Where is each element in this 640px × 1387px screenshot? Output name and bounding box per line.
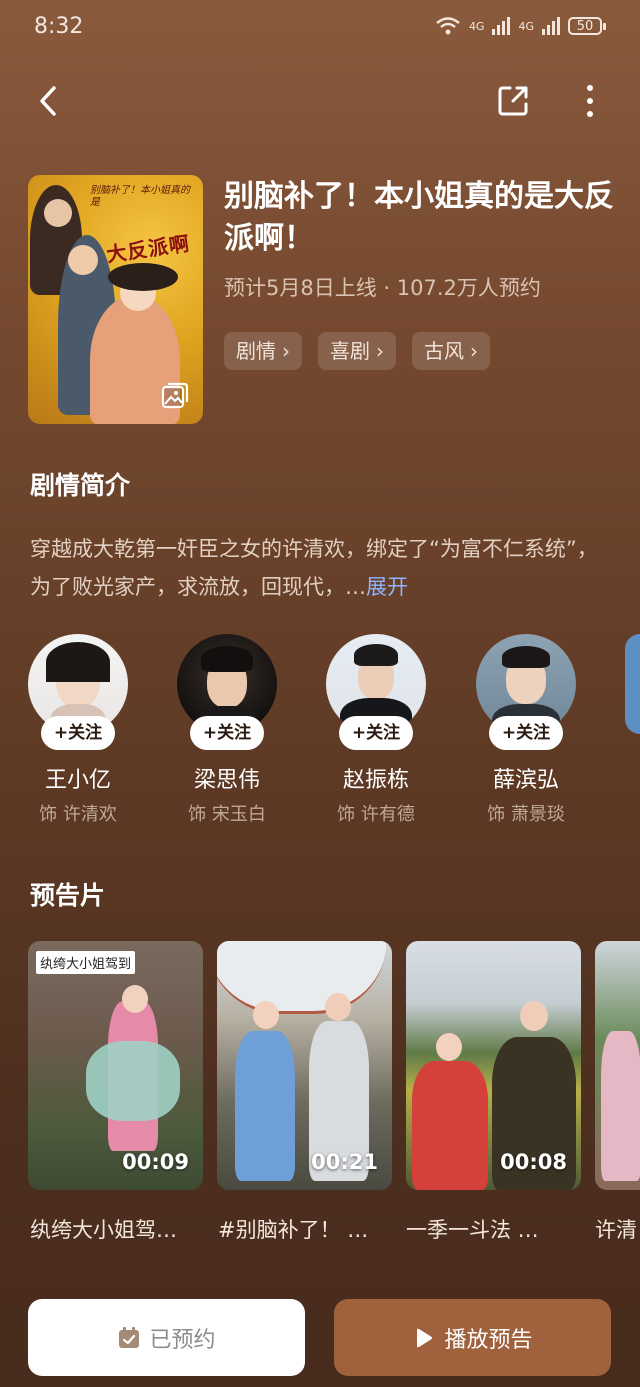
network-label-2: 4G bbox=[518, 19, 534, 33]
poster-title: 大反派啊 bbox=[104, 231, 192, 267]
play-icon bbox=[417, 1328, 433, 1347]
reserved-label: 已预约 bbox=[149, 1327, 216, 1353]
play-label: 播放预告 bbox=[444, 1327, 533, 1353]
tag-drama[interactable]: 剧情 › bbox=[224, 332, 302, 370]
reserved-button[interactable]: 已预约 bbox=[28, 1299, 305, 1376]
status-time: 8:32 bbox=[34, 14, 84, 39]
cast-name: 赵振栋 bbox=[342, 768, 409, 793]
release-meta: 预计5月8日上线 · 107.2万人预约 bbox=[224, 276, 541, 300]
poster-caption: 别脑补了！本小姐真的是 bbox=[90, 185, 190, 208]
show-title: 别脑补了！本小姐真的是大反派啊！ bbox=[224, 179, 614, 256]
share-button[interactable] bbox=[496, 84, 530, 118]
trailer-duration: 00:08 bbox=[500, 1150, 567, 1174]
network-label-1: 4G bbox=[468, 19, 485, 33]
cast-member[interactable]: +关注 赵振栋 饰 许有德 bbox=[301, 634, 451, 826]
trailer-duration: 00:09 bbox=[122, 1150, 189, 1174]
cast-member[interactable]: +关注 梁思伟 饰 宋玉白 bbox=[152, 634, 302, 826]
synopsis-body: 穿越成大乾第一奸臣之女的许清欢，绑定了“为富不仁系统”，为了败光家产，求流放，回… bbox=[30, 537, 598, 599]
trailers-heading: 预告片 bbox=[30, 881, 106, 910]
tag-label: 古风 bbox=[424, 339, 464, 363]
cast-name: 梁思伟 bbox=[193, 768, 260, 793]
trailer-badge: 纨绔大小姐驾到 bbox=[36, 951, 136, 974]
more-button[interactable] bbox=[578, 84, 602, 118]
tag-comedy[interactable]: 喜剧 › bbox=[318, 332, 396, 370]
cast-member[interactable]: +关注 王小亿 饰 许清欢 bbox=[3, 634, 153, 826]
battery-icon: 50 bbox=[568, 17, 606, 35]
follow-button[interactable]: +关注 bbox=[489, 716, 563, 750]
cast-role: 饰 萧景琰 bbox=[487, 804, 565, 825]
trailer-card[interactable]: 纨绔大小姐驾到 00:09 bbox=[28, 941, 203, 1190]
genre-tags: 剧情 › 喜剧 › 古风 › bbox=[224, 332, 490, 370]
wifi-icon bbox=[436, 17, 460, 35]
avatar-partial[interactable] bbox=[625, 634, 640, 734]
trailer-duration: 00:21 bbox=[311, 1150, 378, 1174]
trailer-caption[interactable]: #别脑补了！ … bbox=[218, 1214, 393, 1244]
expand-link[interactable]: 展开 bbox=[366, 575, 408, 599]
cast-role: 饰 许清欢 bbox=[39, 804, 117, 825]
share-icon bbox=[498, 86, 528, 116]
chevron-right-icon: › bbox=[376, 339, 384, 363]
status-icons: 4G 4G 50 bbox=[435, 16, 606, 36]
trailer-card[interactable] bbox=[595, 941, 640, 1190]
chevron-right-icon: › bbox=[282, 339, 290, 363]
back-button[interactable] bbox=[34, 84, 66, 118]
trailer-caption[interactable]: 一季一斗法 … bbox=[406, 1214, 581, 1244]
follow-button[interactable]: +关注 bbox=[339, 716, 413, 750]
cast-name: 薛滨弘 bbox=[492, 768, 559, 793]
battery-level: 50 bbox=[576, 18, 594, 34]
more-vertical-icon bbox=[587, 85, 593, 117]
poster-image[interactable]: 别脑补了！本小姐真的是 大反派啊 bbox=[28, 175, 203, 424]
cast-role: 饰 许有德 bbox=[337, 804, 415, 825]
synopsis-heading: 剧情简介 bbox=[30, 471, 131, 500]
trailer-card[interactable]: 00:08 bbox=[406, 941, 581, 1190]
calendar-check-icon bbox=[119, 1326, 140, 1348]
follow-button[interactable]: +关注 bbox=[41, 716, 115, 750]
trailer-caption[interactable]: 许清 bbox=[595, 1214, 640, 1244]
cast-role: 饰 宋玉白 bbox=[188, 804, 266, 825]
tag-costume[interactable]: 古风 › bbox=[412, 332, 490, 370]
tag-label: 喜剧 bbox=[330, 339, 370, 363]
chevron-left-icon bbox=[40, 86, 56, 116]
gallery-icon[interactable] bbox=[161, 382, 189, 410]
chevron-right-icon: › bbox=[470, 339, 478, 363]
cast-name: 王小亿 bbox=[44, 768, 111, 793]
synopsis-text: 穿越成大乾第一奸臣之女的许清欢，绑定了“为富不仁系统”，为了败光家产，求流放，回… bbox=[30, 530, 610, 606]
trailer-card[interactable]: 00:21 bbox=[217, 941, 392, 1190]
play-trailer-button[interactable]: 播放预告 bbox=[334, 1299, 611, 1376]
trailer-caption[interactable]: 纨绔大小姐驾… bbox=[30, 1214, 205, 1244]
cast-member[interactable]: +关注 薛滨弘 饰 萧景琰 bbox=[451, 634, 601, 826]
signal-icon bbox=[542, 17, 560, 35]
tag-label: 剧情 bbox=[236, 339, 276, 363]
signal-icon bbox=[492, 17, 511, 35]
follow-button[interactable]: +关注 bbox=[190, 716, 264, 750]
